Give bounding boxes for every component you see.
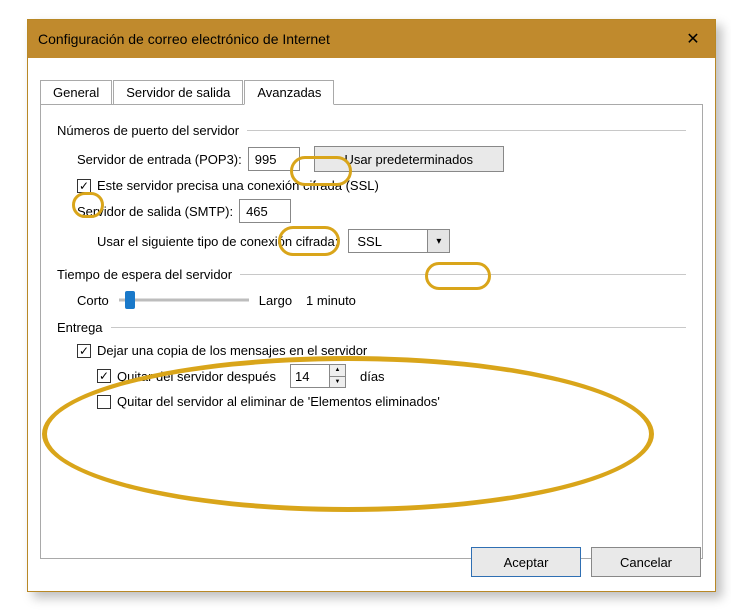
incoming-port-input[interactable] (248, 147, 300, 171)
close-button[interactable]: ✕ (679, 25, 707, 53)
cancel-button[interactable]: Cancelar (591, 547, 701, 577)
remove-on-delete-checkbox[interactable] (97, 395, 111, 409)
row-leave-copy: Dejar una copia de los mensajes en el se… (77, 343, 686, 358)
client-area: General Servidor de salida Avanzadas Núm… (40, 78, 703, 579)
encryption-type-label: Usar el siguiente tipo de conexión cifra… (97, 234, 338, 249)
row-encryption-type: Usar el siguiente tipo de conexión cifra… (97, 229, 686, 253)
group-label: Entrega (57, 320, 103, 335)
window-title: Configuración de correo electrónico de I… (38, 31, 330, 47)
remove-on-delete-label: Quitar del servidor al eliminar de 'Elem… (117, 394, 440, 409)
titlebar: Configuración de correo electrónico de I… (28, 20, 715, 58)
timeout-slider[interactable] (119, 290, 249, 310)
row-timeout-slider: Corto Largo 1 minuto (77, 290, 686, 310)
spinner-buttons: ▲ ▼ (329, 365, 345, 387)
ssl-required-label: Este servidor precisa una conexión cifra… (97, 178, 379, 193)
dialog-window: Configuración de correo electrónico de I… (27, 19, 716, 592)
row-ssl-checkbox: Este servidor precisa una conexión cifra… (77, 178, 686, 193)
encryption-type-select[interactable]: SSL ▾ (348, 229, 450, 253)
group-server-timeout: Tiempo de espera del servidor (57, 267, 686, 282)
row-incoming-port: Servidor de entrada (POP3): Usar predete… (77, 146, 686, 172)
row-outgoing-port: Servidor de salida (SMTP): (77, 199, 686, 223)
group-divider (111, 327, 686, 328)
timeout-short-label: Corto (77, 293, 109, 308)
spin-up-icon[interactable]: ▲ (330, 365, 345, 377)
tab-panel-advanced: Números de puerto del servidor Servidor … (40, 104, 703, 559)
encryption-type-value: SSL (349, 234, 427, 249)
row-remove-after: Quitar del servidor después 14 ▲ ▼ días (97, 364, 686, 388)
days-label: días (360, 369, 385, 384)
outgoing-port-input[interactable] (239, 199, 291, 223)
group-delivery: Entrega (57, 320, 686, 335)
tab-outgoing-server[interactable]: Servidor de salida (113, 80, 243, 104)
outgoing-port-label: Servidor de salida (SMTP): (77, 204, 233, 219)
remove-after-days-value: 14 (291, 365, 329, 387)
tabstrip: General Servidor de salida Avanzadas (40, 78, 703, 104)
slider-track (119, 299, 249, 302)
ssl-required-checkbox[interactable] (77, 179, 91, 193)
remove-after-days-spinner[interactable]: 14 ▲ ▼ (290, 364, 346, 388)
timeout-long-label: Largo (259, 293, 292, 308)
spin-down-icon[interactable]: ▼ (330, 377, 345, 388)
group-divider (240, 274, 686, 275)
group-divider (247, 130, 686, 131)
row-remove-on-delete: Quitar del servidor al eliminar de 'Elem… (97, 394, 686, 409)
slider-thumb (125, 291, 135, 309)
remove-after-label: Quitar del servidor después (117, 369, 276, 384)
dialog-buttons: Aceptar Cancelar (471, 547, 701, 577)
leave-copy-checkbox[interactable] (77, 344, 91, 358)
group-server-ports: Números de puerto del servidor (57, 123, 686, 138)
close-icon: ✕ (686, 29, 699, 49)
leave-copy-label: Dejar una copia de los mensajes en el se… (97, 343, 367, 358)
group-label: Tiempo de espera del servidor (57, 267, 232, 282)
incoming-port-label: Servidor de entrada (POP3): (77, 152, 242, 167)
use-defaults-button[interactable]: Usar predeterminados (314, 146, 504, 172)
tab-general[interactable]: General (40, 80, 112, 104)
tab-advanced[interactable]: Avanzadas (244, 80, 334, 105)
ok-button[interactable]: Aceptar (471, 547, 581, 577)
group-label: Números de puerto del servidor (57, 123, 239, 138)
timeout-value: 1 minuto (306, 293, 356, 308)
remove-after-checkbox[interactable] (97, 369, 111, 383)
chevron-down-icon: ▾ (427, 230, 449, 252)
